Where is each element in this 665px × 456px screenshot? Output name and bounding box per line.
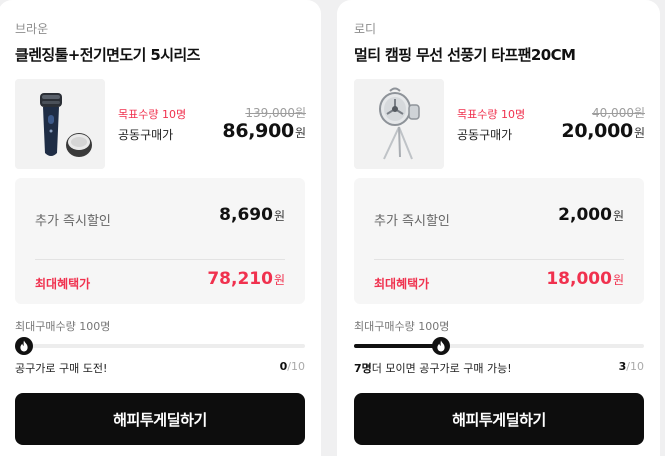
count-total: /10: [287, 360, 305, 373]
progress-status: 공구가로 구매 도전!: [15, 360, 107, 376]
original-price: 139,000원: [245, 106, 306, 120]
max-purchase-label: 최대구매수량 100명: [354, 320, 450, 333]
count-total: /10: [626, 360, 644, 373]
currency-unit: 원: [273, 273, 285, 287]
max-benefit-value: 18,000원: [546, 269, 624, 289]
status-message: 공구가로 구매 도전!: [15, 362, 108, 375]
extra-discount-value: 2,000원: [558, 205, 624, 225]
happy-together-deal-button[interactable]: 해피투게딜하기: [15, 393, 305, 445]
extra-discount-amount: 2,000: [558, 205, 612, 225]
electric-shaver-icon: [15, 79, 105, 169]
product-card[interactable]: 브라운 클렌징툴+전기면도기 5시리즈 목표수량 10명 공동구매가 139,0…: [0, 0, 321, 456]
divider: [35, 259, 285, 260]
max-benefit-value: 78,210원: [207, 269, 285, 289]
product-title[interactable]: 클렌징툴+전기면도기 5시리즈: [15, 44, 200, 65]
group-price-value: 86,900: [222, 120, 294, 142]
group-price: 86,900원: [222, 120, 306, 142]
group-price-label: 공동구매가: [118, 128, 174, 142]
group-price-label: 공동구매가: [457, 128, 513, 142]
currency-unit: 원: [633, 126, 645, 140]
camping-fan-icon: [354, 79, 444, 169]
max-benefit-amount: 78,210: [207, 269, 273, 289]
target-quantity-label: 목표수량 10명: [118, 108, 187, 121]
status-message: 더 모이면 공구가로 구매 가능!: [371, 362, 512, 375]
divider: [374, 259, 624, 260]
progress-status: 7명더 모이면 공구가로 구매 가능!: [354, 360, 512, 376]
product-title[interactable]: 멀티 캠핑 무선 선풍기 타프팬20CM: [354, 44, 576, 65]
benefit-box: 추가 즉시할인 2,000원 최대혜택가 18,000원: [354, 178, 644, 304]
benefit-box: 추가 즉시할인 8,690원 최대혜택가 78,210원: [15, 178, 305, 304]
group-price-value: 20,000: [561, 120, 633, 142]
max-purchase-label: 최대구매수량 100명: [15, 320, 111, 333]
product-image[interactable]: [15, 79, 105, 169]
currency-unit: 원: [273, 209, 285, 223]
extra-discount-label: 추가 즉시할인: [374, 214, 450, 229]
brand-name: 로디: [354, 22, 377, 36]
progress-knob: [15, 337, 33, 355]
happy-together-deal-button[interactable]: 해피투게딜하기: [354, 393, 644, 445]
product-image[interactable]: [354, 79, 444, 169]
flame-icon: [437, 340, 445, 352]
original-price: 40,000원: [591, 106, 645, 120]
progress-knob: [432, 337, 450, 355]
currency-unit: 원: [612, 273, 624, 287]
max-benefit-label: 최대혜택가: [35, 277, 91, 291]
flame-icon: [20, 340, 28, 352]
extra-discount-amount: 8,690: [219, 205, 273, 225]
product-card[interactable]: 로디 멀티 캠핑 무선 선풍기 타프팬20CM 목표수량 10명 공동구매가 4…: [337, 0, 660, 456]
progress-track: [15, 337, 305, 355]
extra-discount-value: 8,690원: [219, 205, 285, 225]
currency-unit: 원: [612, 209, 624, 223]
remaining-count: 7명: [354, 362, 372, 375]
progress-track: [354, 337, 644, 355]
max-benefit-amount: 18,000: [546, 269, 612, 289]
extra-discount-label: 추가 즉시할인: [35, 214, 111, 229]
max-benefit-label: 최대혜택가: [374, 277, 430, 291]
group-price: 20,000원: [561, 120, 645, 142]
participant-count: 3/10: [619, 360, 644, 373]
progress-fill: [354, 344, 441, 348]
currency-unit: 원: [294, 126, 306, 140]
participant-count: 0/10: [280, 360, 305, 373]
brand-name: 브라운: [15, 22, 49, 36]
target-quantity-label: 목표수량 10명: [457, 108, 526, 121]
